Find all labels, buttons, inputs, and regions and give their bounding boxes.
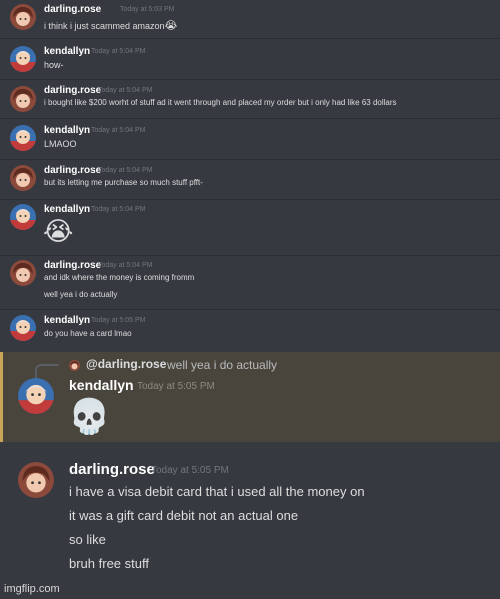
timestamp: Today at 5:04 PM	[91, 48, 146, 55]
avatar[interactable]	[10, 4, 36, 30]
username[interactable]: darling.rose	[44, 165, 101, 176]
message-line: i bought like $200 worht of stuff ad it …	[44, 98, 397, 107]
username[interactable]: kendallyn	[44, 315, 90, 326]
message: darling.rose Today at 5:04 PM and idk wh…	[0, 256, 500, 310]
message-line: it was a gift card debit not an actual o…	[69, 508, 299, 523]
timestamp: Today at 5:04 PM	[91, 206, 146, 213]
avatar[interactable]	[10, 46, 36, 72]
loudly-crying-emoji: 😭	[164, 20, 178, 32]
timestamp: Today at 5:05 PM	[151, 465, 229, 476]
watermark: imgflip.com	[4, 583, 60, 595]
avatar[interactable]	[10, 204, 36, 230]
username[interactable]: kendallyn	[44, 46, 90, 57]
timestamp: Today at 5:05 PM	[137, 381, 215, 392]
avatar[interactable]	[18, 378, 54, 414]
timestamp: Today at 5:05 PM	[91, 317, 146, 324]
message: kendallyn Today at 5:04 PM how-	[0, 40, 500, 80]
timestamp: Today at 5:04 PM	[98, 87, 153, 94]
message-line: do you have a card lmao	[44, 329, 132, 338]
message-line: and idk where the money is coming fromm	[44, 273, 195, 282]
message-line: i think i just scammed amazon	[44, 21, 165, 31]
username[interactable]: kendallyn	[44, 204, 90, 215]
message: darling.rose Today at 5:04 PM but its le…	[0, 160, 500, 200]
message-line: LMAOO	[44, 139, 77, 149]
username[interactable]: darling.rose	[44, 85, 101, 96]
message: darling.rose Today at 5:03 PM i think i …	[0, 0, 500, 40]
skull-emoji: 💀	[68, 398, 111, 436]
username[interactable]: darling.rose	[44, 4, 101, 15]
username[interactable]: darling.rose	[44, 260, 101, 271]
message-line: well yea i do actually	[44, 290, 118, 299]
message: kendallyn Today at 5:04 PM 😭	[0, 200, 500, 256]
username[interactable]: kendallyn	[69, 377, 134, 393]
reply-mention[interactable]: @darling.rose	[86, 357, 166, 371]
message: kendallyn Today at 5:04 PM LMAOO	[0, 119, 500, 159]
avatar[interactable]	[10, 165, 36, 191]
message-line: so like	[69, 532, 106, 547]
message-line: but its letting me purchase so much stuf…	[44, 178, 203, 187]
divider	[0, 38, 500, 39]
avatar[interactable]	[10, 260, 36, 286]
timestamp: Today at 5:03 PM	[120, 6, 175, 13]
reply-quoted-text: well yea i do actually	[167, 358, 278, 372]
message-text: i think i just scammed amazon😭	[44, 19, 177, 32]
username[interactable]: darling.rose	[69, 461, 155, 478]
loudly-crying-emoji: 😭	[43, 216, 74, 246]
reply-connector	[35, 364, 59, 378]
message-line: bruh free stuff	[69, 556, 149, 571]
avatar[interactable]	[10, 86, 36, 112]
avatar[interactable]	[10, 125, 36, 151]
reply-mini-avatar[interactable]	[69, 360, 80, 371]
message: darling.rose Today at 5:04 PM i bought l…	[0, 80, 500, 118]
message-line: i have a visa debit card that i used all…	[69, 484, 365, 499]
avatar[interactable]	[10, 315, 36, 341]
timestamp: Today at 5:04 PM	[98, 262, 153, 269]
message-line: how-	[44, 60, 64, 70]
username[interactable]: kendallyn	[44, 125, 90, 136]
message: kendallyn Today at 5:05 PM do you have a…	[0, 310, 500, 350]
avatar[interactable]	[18, 462, 54, 498]
timestamp: Today at 5:04 PM	[91, 127, 146, 134]
timestamp: Today at 5:04 PM	[98, 167, 153, 174]
